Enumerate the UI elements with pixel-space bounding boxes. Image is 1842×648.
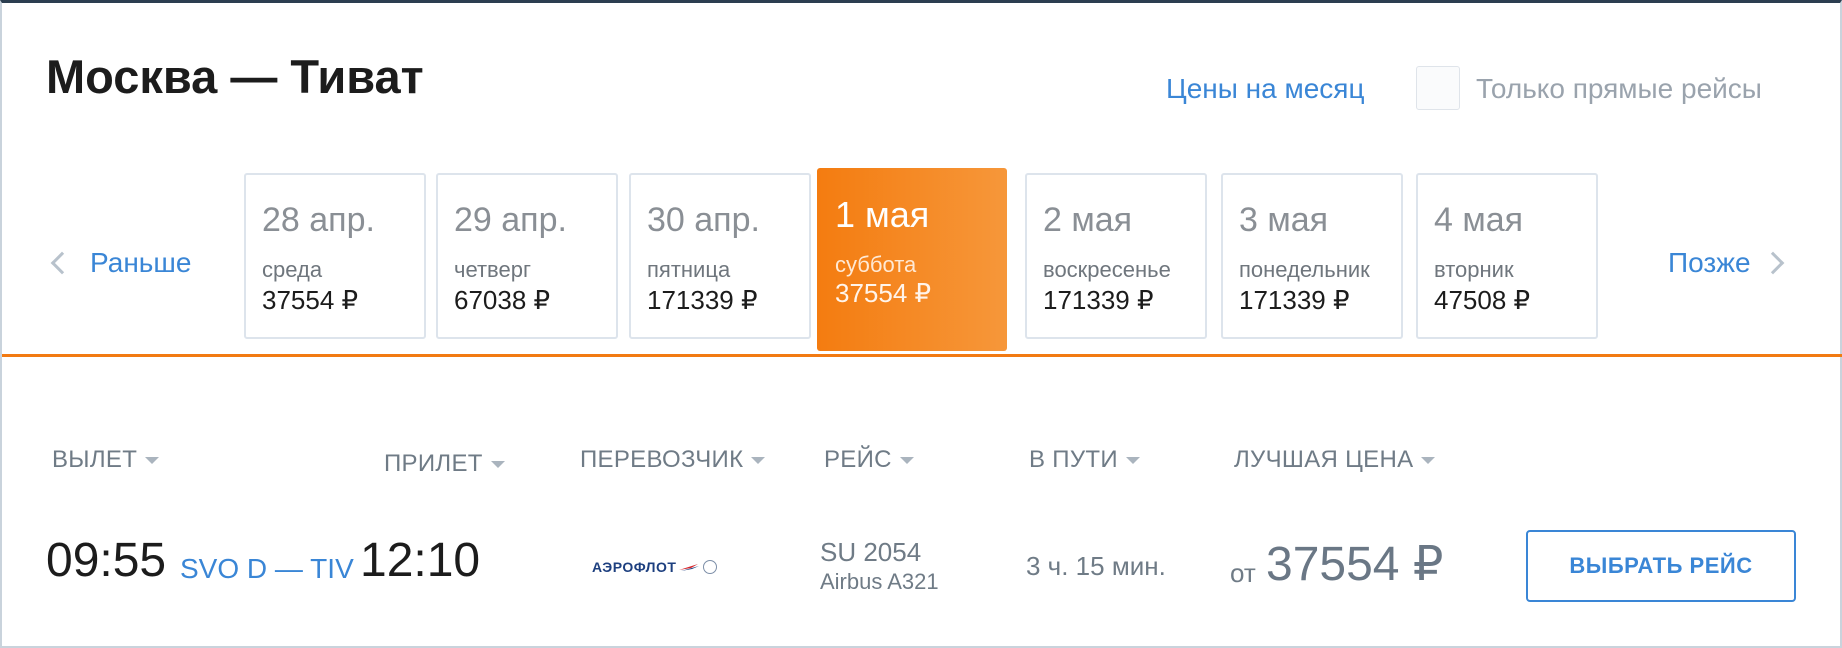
date-price: 67038 ₽	[454, 285, 551, 315]
select-flight-button[interactable]: ВЫБРАТЬ РЕЙС	[1526, 530, 1796, 602]
caret-down-icon	[145, 456, 160, 464]
column-label: РЕЙС	[824, 446, 892, 473]
column-label: ПРИЛЕТ	[384, 450, 483, 477]
date-label: 29 апр.	[454, 201, 567, 239]
direct-only-label[interactable]: Только прямые рейсы	[1476, 73, 1762, 105]
later-dates-button[interactable]: Позже	[1668, 247, 1784, 279]
month-prices-link[interactable]: Цены на месяц	[1166, 73, 1365, 105]
flight-duration: 3 ч. 15 мин.	[1026, 551, 1166, 581]
date-price: 171339 ₽	[1239, 285, 1350, 315]
date-label: 4 мая	[1434, 201, 1524, 239]
date-label: 2 мая	[1043, 201, 1133, 239]
flight-price: 37554 ₽	[1266, 538, 1444, 591]
date-card-selected[interactable]: 1 мая суббота 37554 ₽	[817, 168, 1007, 351]
caret-down-icon	[490, 460, 505, 468]
sort-best-price[interactable]: ЛУЧШАЯ ЦЕНА	[1234, 446, 1436, 474]
sort-arrival[interactable]: ПРИЛЕТ	[384, 450, 505, 478]
caret-down-icon	[1421, 456, 1436, 464]
date-price: 47508 ₽	[1434, 285, 1531, 315]
earlier-dates-button[interactable]: Раньше	[50, 247, 192, 279]
price-prefix: от	[1230, 558, 1256, 588]
column-label: ЛУЧШАЯ ЦЕНА	[1234, 446, 1414, 473]
direct-only-checkbox[interactable]	[1416, 66, 1460, 110]
column-label: ВЫЛЕТ	[52, 446, 138, 473]
chevron-right-icon	[1761, 251, 1784, 275]
date-card[interactable]: 2 мая воскресенье 171339 ₽	[1025, 173, 1207, 339]
date-price: 37554 ₽	[262, 285, 359, 315]
arrival-time: 12:10	[360, 534, 481, 587]
date-label: 1 мая	[835, 194, 930, 235]
date-label: 30 апр.	[647, 201, 760, 239]
carrier-logo-text: АЭРОФЛОТ	[592, 559, 677, 575]
weekday-label: вторник	[1434, 257, 1514, 282]
date-card[interactable]: 3 мая понедельник 171339 ₽	[1221, 173, 1403, 339]
departure-time: 09:55	[46, 534, 167, 587]
caret-down-icon	[899, 456, 914, 464]
sort-departure[interactable]: ВЫЛЕТ	[52, 446, 160, 474]
column-label: ПЕРЕВОЗЧИК	[580, 446, 744, 473]
date-label: 28 апр.	[262, 201, 375, 239]
date-price: 171339 ₽	[1043, 285, 1154, 315]
wing-icon	[679, 564, 700, 571]
column-label: В ПУТИ	[1029, 446, 1118, 473]
sort-flight[interactable]: РЕЙС	[824, 446, 914, 474]
weekday-label: пятница	[647, 257, 731, 282]
page-title: Москва — Тиват	[46, 50, 424, 103]
route-airports: SVO D — TIV	[180, 553, 354, 584]
date-card[interactable]: 4 мая вторник 47508 ₽	[1416, 173, 1598, 339]
later-label: Позже	[1668, 247, 1751, 278]
date-label: 3 мая	[1239, 201, 1329, 239]
date-card[interactable]: 29 апр. четверг 67038 ₽	[436, 173, 618, 339]
section-divider	[2, 354, 1842, 357]
aeroflot-logo: АЭРОФЛОТ	[592, 559, 718, 575]
caret-down-icon	[1125, 456, 1140, 464]
sort-carrier[interactable]: ПЕРЕВОЗЧИК	[580, 446, 766, 474]
weekday-label: суббота	[835, 252, 917, 277]
date-card[interactable]: 30 апр. пятница 171339 ₽	[629, 173, 811, 339]
flight-number: SU 2054	[820, 537, 922, 567]
sort-duration[interactable]: В ПУТИ	[1029, 446, 1140, 474]
caret-down-icon	[751, 456, 766, 464]
weekday-label: четверг	[454, 257, 531, 282]
date-card[interactable]: 28 апр. среда 37554 ₽	[244, 173, 426, 339]
date-price: 171339 ₽	[647, 285, 758, 315]
weekday-label: среда	[262, 257, 323, 282]
search-results-panel: Москва — Тиват Цены на месяц Только прям…	[0, 0, 1842, 648]
earlier-label: Раньше	[90, 247, 192, 278]
chevron-left-icon	[50, 251, 74, 275]
aircraft-type: Airbus A321	[820, 569, 939, 594]
weekday-label: понедельник	[1239, 257, 1370, 282]
date-carousel: 28 апр. среда 37554 ₽ 29 апр. четверг 67…	[244, 168, 1600, 351]
emblem-icon	[703, 560, 718, 574]
weekday-label: воскресенье	[1043, 257, 1171, 282]
date-price: 37554 ₽	[835, 278, 932, 308]
